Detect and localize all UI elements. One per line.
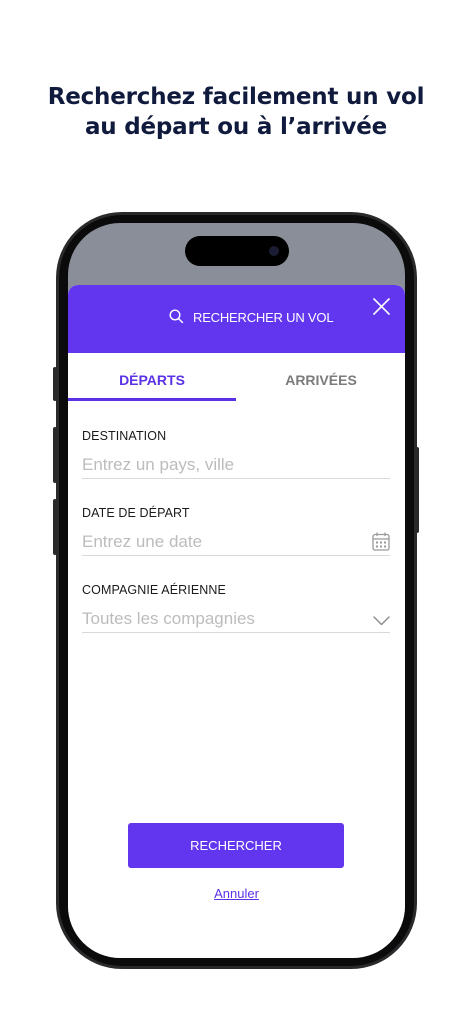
phone-side-button-volume-down <box>53 499 57 555</box>
camera-icon <box>269 246 279 256</box>
close-icon[interactable] <box>373 298 390 320</box>
departure-date-field: DATE DE DÉPART <box>82 506 390 556</box>
marketing-headline: Recherchez facilement un vol au départ o… <box>0 82 472 142</box>
sheet-header: RECHERCHER UN VOL <box>68 285 405 353</box>
search-flight-sheet: RECHERCHER UN VOL DÉPARTS ARRIVÉES DESTI… <box>68 285 405 958</box>
active-tab-indicator <box>68 398 236 401</box>
search-icon <box>169 309 184 329</box>
headline-line-1: Recherchez facilement un vol <box>47 84 425 110</box>
departure-date-label: DATE DE DÉPART <box>82 506 190 520</box>
phone-side-button-mute <box>53 367 57 401</box>
sheet-title: RECHERCHER UN VOL <box>193 310 334 325</box>
search-button[interactable]: RECHERCHER <box>128 823 344 868</box>
calendar-icon[interactable] <box>372 532 390 556</box>
airline-label: COMPAGNIE AÉRIENNE <box>82 583 226 597</box>
phone-screen: RECHERCHER UN VOL DÉPARTS ARRIVÉES DESTI… <box>68 223 405 958</box>
dynamic-island <box>185 236 289 266</box>
destination-label: DESTINATION <box>82 429 167 443</box>
departure-date-input[interactable] <box>82 529 390 556</box>
headline-line-2: au départ ou à l’arrivée <box>84 114 388 140</box>
chevron-down-icon[interactable] <box>373 613 390 631</box>
tab-bar: DÉPARTS ARRIVÉES <box>68 353 405 403</box>
airline-select[interactable] <box>82 606 390 633</box>
tab-arrivals[interactable]: ARRIVÉES <box>237 353 405 401</box>
phone-side-button-volume-up <box>53 427 57 483</box>
phone-side-button-power <box>415 447 419 533</box>
destination-field: DESTINATION <box>82 429 390 479</box>
destination-input[interactable] <box>82 452 390 479</box>
airline-field: COMPAGNIE AÉRIENNE <box>82 583 390 633</box>
cancel-link[interactable]: Annuler <box>68 886 405 901</box>
tab-departures[interactable]: DÉPARTS <box>68 353 236 401</box>
